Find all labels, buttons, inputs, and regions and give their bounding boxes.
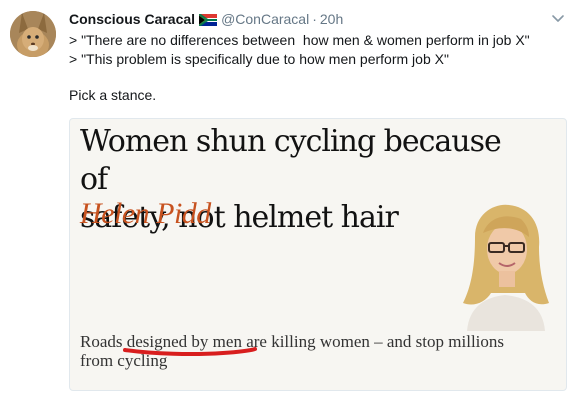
handle[interactable]: @ConCaracal: [221, 11, 309, 27]
tweet-line: > "This problem is specifically due to h…: [69, 51, 449, 67]
headline-line: Women shun cycling because of: [80, 124, 502, 197]
media-image[interactable]: Women shun cycling because of safety, no…: [69, 118, 567, 391]
tweet-closing: Pick a stance.: [69, 87, 157, 103]
timestamp[interactable]: 20h: [320, 11, 343, 27]
author-photo: [445, 199, 566, 331]
article-author: Helen Pidd: [80, 197, 211, 230]
avatar[interactable]: [10, 11, 56, 57]
caracal-avatar-image: [10, 11, 56, 57]
display-name[interactable]: Conscious Caracal: [69, 11, 195, 27]
tweet-text: > "There are no differences between how …: [69, 31, 569, 105]
tweet[interactable]: Conscious Caracal @ConCaracal · 20h > "T…: [0, 0, 579, 405]
separator-dot: ·: [312, 11, 317, 27]
tweet-header: Conscious Caracal @ConCaracal · 20h: [69, 9, 343, 29]
red-underline-annotation: [123, 347, 257, 356]
south-africa-flag-icon: [199, 13, 218, 26]
tweet-line: > "There are no differences between how …: [69, 32, 530, 48]
chevron-down-icon[interactable]: [550, 10, 566, 26]
